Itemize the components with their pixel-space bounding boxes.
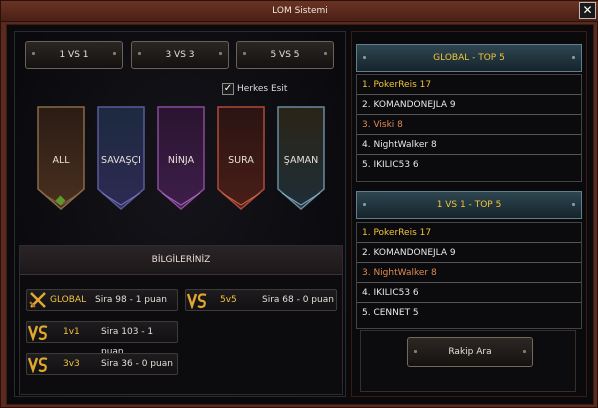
herkes-esit-checkbox[interactable]: ✓ <box>222 83 234 95</box>
stat-mode: 1v1 <box>63 327 80 337</box>
info-panel: BİLGİLERİNİZ GLOBAL Sira 98 - 1 puan 5v5… <box>19 245 343 395</box>
list-item: 1. PokerReis 17 <box>357 223 581 243</box>
mode-3v3-button[interactable]: 3 VS 3 <box>131 41 229 69</box>
mode-5v5-button[interactable]: 5 VS 5 <box>236 41 334 69</box>
stat-5v5: 5v5 Sira 68 - 0 puan <box>185 289 337 311</box>
left-panel: 1 VS 1 3 VS 3 5 VS 5 ✓ Herkes Esit ALL S… <box>14 31 346 397</box>
stat-mode: 5v5 <box>220 295 237 305</box>
vs-icon <box>28 357 48 373</box>
stat-rank: Sira 98 - 1 puan <box>95 295 167 305</box>
crossed-swords-icon <box>29 292 46 308</box>
class-label-ninja: NİNJA <box>167 155 195 166</box>
list-item: 2. KOMANDONEJLA 9 <box>357 243 581 263</box>
find-opponent-label: Rakip Ara <box>448 347 492 357</box>
close-button[interactable]: ✕ <box>579 2 596 19</box>
mode-3v3-label: 3 VS 3 <box>165 50 195 60</box>
list-item: 3. Viski 8 <box>357 115 581 135</box>
list-item: 4. IKILIC53 6 <box>357 283 581 303</box>
vs-icon <box>28 325 48 341</box>
find-opponent-button[interactable]: Rakip Ara <box>407 337 533 367</box>
stat-mode: 3v3 <box>63 359 80 369</box>
class-banner-sura[interactable]: SURA <box>216 105 266 211</box>
global-top5-header: GLOBAL - TOP 5 <box>356 44 582 72</box>
class-label-sura: SURA <box>228 155 254 166</box>
mode-1v1-label: 1 VS 1 <box>59 50 89 60</box>
herkes-esit-label: Herkes Esit <box>237 84 288 94</box>
stat-3v3: 3v3 Sira 36 - 0 puan <box>26 353 178 375</box>
header-ornament <box>363 203 366 206</box>
list-item: 2. KOMANDONEJLA 9 <box>357 95 581 115</box>
stat-rank: Sira 68 - 0 puan <box>262 295 334 305</box>
global-top5-title: GLOBAL - TOP 5 <box>433 53 505 63</box>
class-banner-savasci[interactable]: SAVAŞÇI <box>96 105 146 211</box>
list-item: 1. PokerReis 17 <box>357 75 581 95</box>
stat-mode: GLOBAL <box>50 295 87 305</box>
mode-5v5-label: 5 VS 5 <box>270 50 300 60</box>
1v1-top5-title: 1 VS 1 - TOP 5 <box>436 200 502 210</box>
list-item: 3. NightWalker 8 <box>357 263 581 283</box>
find-opponent-area: Rakip Ara <box>360 330 576 392</box>
title-bar[interactable]: LOM Sistemi ✕ <box>1 1 598 22</box>
right-panel: GLOBAL - TOP 5 1. PokerReis 17 2. KOMAND… <box>351 31 587 397</box>
vs-icon <box>187 293 207 309</box>
stat-1v1: 1v1 Sira 103 - 1 puan <box>26 321 178 357</box>
button-ornament <box>113 52 116 55</box>
header-ornament <box>363 56 366 59</box>
header-ornament <box>572 203 575 206</box>
header-ornament <box>572 56 575 59</box>
mode-1v1-button[interactable]: 1 VS 1 <box>25 41 123 69</box>
button-ornament <box>138 52 141 55</box>
list-item: 5. CENNET 5 <box>362 308 419 318</box>
window-title: LOM Sistemi <box>272 6 328 16</box>
button-ornament <box>32 52 35 55</box>
class-banner-ninja[interactable]: NİNJA <box>156 105 206 211</box>
class-label-all: ALL <box>52 155 70 166</box>
button-ornament <box>243 52 246 55</box>
1v1-top5-list: 1. PokerReis 17 2. KOMANDONEJLA 9 3. Nig… <box>356 222 582 329</box>
stat-global: GLOBAL Sira 98 - 1 puan <box>26 289 178 311</box>
global-top5-list: 1. PokerReis 17 2. KOMANDONEJLA 9 3. Vis… <box>356 74 582 182</box>
content-area: 1 VS 1 3 VS 3 5 VS 5 ✓ Herkes Esit ALL S… <box>6 24 594 405</box>
class-label-savasci: SAVAŞÇI <box>101 155 141 166</box>
1v1-top5-header: 1 VS 1 - TOP 5 <box>356 191 582 219</box>
button-ornament <box>523 350 526 353</box>
lom-window: LOM Sistemi ✕ 1 VS 1 3 VS 3 5 VS 5 ✓ Her… <box>0 0 598 408</box>
info-title: BİLGİLERİNİZ <box>20 246 342 275</box>
class-label-saman: ŞAMAN <box>283 155 319 166</box>
check-icon: ✓ <box>223 83 233 94</box>
stat-rank: Sira 36 - 0 puan <box>101 359 173 369</box>
list-item: 5. IKILIC53 6 <box>362 160 419 170</box>
button-ornament <box>414 350 417 353</box>
button-ornament <box>324 52 327 55</box>
class-banner-all[interactable]: ALL <box>36 105 86 211</box>
button-ornament <box>219 52 222 55</box>
list-item: 4. NightWalker 8 <box>357 135 581 155</box>
class-banner-saman[interactable]: ŞAMAN <box>276 105 326 211</box>
